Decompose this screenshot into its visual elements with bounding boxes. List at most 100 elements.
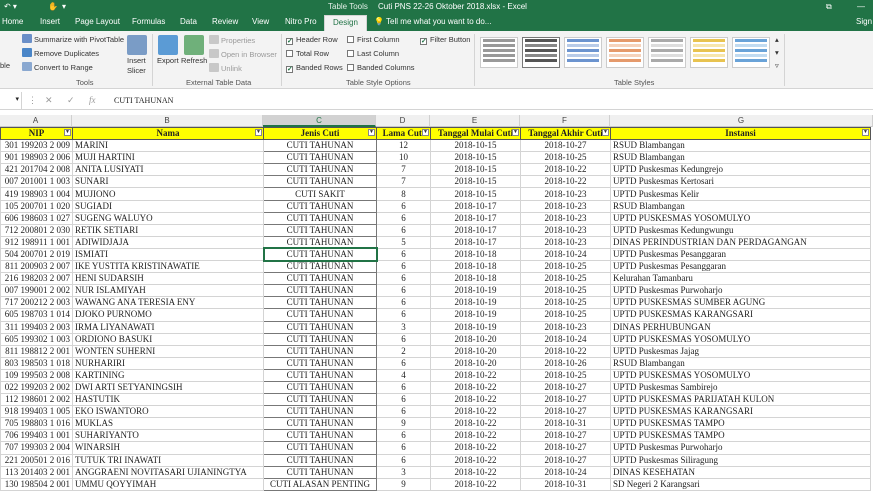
- cell-nip[interactable]: 113 201403 2 001: [0, 465, 73, 479]
- cell-nip[interactable]: 022 199203 2 002: [0, 380, 73, 395]
- cell-jenis-cuti[interactable]: CUTI TAHUNAN: [263, 139, 377, 153]
- cell-tanggal-akhir[interactable]: 2018-10-24: [520, 247, 611, 262]
- cell-tanggal-mulai[interactable]: 2018-10-22: [430, 417, 521, 431]
- cell-tanggal-akhir[interactable]: 2018-10-22: [520, 163, 611, 177]
- cell-jenis-cuti[interactable]: CUTI TAHUNAN: [263, 380, 377, 395]
- cell-jenis-cuti[interactable]: CUTI TAHUNAN: [263, 284, 377, 298]
- cell-tanggal-mulai[interactable]: 2018-10-22: [430, 477, 521, 491]
- cell-jenis-cuti[interactable]: CUTI TAHUNAN: [263, 296, 377, 310]
- cell-instansi[interactable]: UPTD Puskesmas Pesanggaran: [610, 247, 871, 262]
- tab-design[interactable]: Design: [324, 15, 367, 31]
- cell-nip[interactable]: 705 198803 1 016: [0, 417, 73, 431]
- cell-nip[interactable]: 105 200701 1 020: [0, 199, 73, 213]
- cell-jenis-cuti[interactable]: CUTI TAHUNAN: [263, 163, 377, 177]
- cell-nama[interactable]: RETIK SETIARI: [72, 223, 264, 237]
- cell-nama[interactable]: MARINI: [72, 139, 264, 153]
- cell-tanggal-akhir[interactable]: 2018-10-22: [520, 344, 611, 358]
- cell-lama-cuti[interactable]: 6: [376, 260, 431, 274]
- last-column-checkbox[interactable]: Last Column: [347, 49, 399, 58]
- cell-lama-cuti[interactable]: 6: [376, 296, 431, 310]
- cancel-icon[interactable]: ✕: [45, 95, 53, 106]
- cell-tanggal-akhir[interactable]: 2018-10-27: [520, 429, 611, 443]
- cell-jenis-cuti[interactable]: CUTI TAHUNAN: [263, 175, 377, 189]
- cell-lama-cuti[interactable]: 4: [376, 368, 431, 382]
- tell-me-box[interactable]: 💡 Tell me what you want to do...: [374, 17, 491, 26]
- table-style-swatch[interactable]: [564, 37, 602, 68]
- cell-instansi[interactable]: UPTD Puskesmas Purwoharjo: [610, 441, 871, 455]
- header-row-checkbox[interactable]: ✓ Header Row: [286, 35, 338, 45]
- cell-nama[interactable]: MUJIONO: [72, 187, 264, 201]
- cell-instansi[interactable]: UPTD PUSKESMAS TAMPO: [610, 417, 871, 431]
- filter-dropdown-icon[interactable]: ▼: [862, 129, 869, 136]
- cell-jenis-cuti[interactable]: CUTI TAHUNAN: [263, 151, 377, 165]
- cell-jenis-cuti[interactable]: CUTI TAHUNAN: [263, 332, 377, 346]
- cell-tanggal-mulai[interactable]: 2018-10-17: [430, 235, 521, 249]
- cell-tanggal-mulai[interactable]: 2018-10-22: [430, 368, 521, 382]
- cell-tanggal-akhir[interactable]: 2018-10-22: [520, 175, 611, 189]
- filter-button-checkbox[interactable]: ✓ Filter Button: [420, 35, 470, 45]
- cell-tanggal-mulai[interactable]: 2018-10-17: [430, 199, 521, 213]
- header-cell-nama[interactable]: Nama ▼: [72, 127, 264, 141]
- cell-jenis-cuti[interactable]: CUTI TAHUNAN: [263, 453, 377, 467]
- cell-lama-cuti[interactable]: 7: [376, 175, 431, 189]
- cell-tanggal-mulai[interactable]: 2018-10-22: [430, 380, 521, 395]
- cell-instansi[interactable]: UPTD PUSKESMAS TAMPO: [610, 429, 871, 443]
- cell-lama-cuti[interactable]: 6: [376, 393, 431, 407]
- cell-lama-cuti[interactable]: 5: [376, 235, 431, 249]
- cell-jenis-cuti[interactable]: CUTI TAHUNAN: [263, 320, 377, 334]
- name-box-dropdown-icon[interactable]: ▾: [15, 95, 19, 103]
- cell-nip[interactable]: 221 200501 2 016: [0, 453, 73, 467]
- filter-dropdown-icon[interactable]: ▼: [422, 129, 429, 136]
- cell-nip[interactable]: 918 199403 1 005: [0, 405, 73, 419]
- cell-nama[interactable]: ANGGRAENI NOVITASARI UJIANINGTYA: [72, 465, 264, 479]
- cell-instansi[interactable]: DINAS PERINDUSTRIAN DAN PERDAGANGAN: [610, 235, 871, 249]
- cell-tanggal-mulai[interactable]: 2018-10-19: [430, 296, 521, 310]
- cell-lama-cuti[interactable]: 8: [376, 187, 431, 201]
- formula-input[interactable]: CUTI TAHUNAN: [114, 96, 173, 105]
- gallery-more-icon[interactable]: ▿: [775, 61, 779, 70]
- cell-nama[interactable]: ANITA LUSIYATI: [72, 163, 264, 177]
- cell-tanggal-mulai[interactable]: 2018-10-19: [430, 308, 521, 322]
- column-header-e[interactable]: E: [430, 115, 520, 127]
- tab-formulas[interactable]: Formulas: [132, 17, 165, 26]
- cell-tanggal-mulai[interactable]: 2018-10-17: [430, 211, 521, 225]
- header-cell-jenis-cuti[interactable]: Jenis Cuti ▼: [263, 127, 377, 141]
- cell-lama-cuti[interactable]: 3: [376, 465, 431, 479]
- cell-lama-cuti[interactable]: 6: [376, 405, 431, 419]
- cell-tanggal-mulai[interactable]: 2018-10-17: [430, 223, 521, 237]
- cell-tanggal-mulai[interactable]: 2018-10-20: [430, 344, 521, 358]
- cell-lama-cuti[interactable]: 7: [376, 163, 431, 177]
- cell-tanggal-mulai[interactable]: 2018-10-19: [430, 320, 521, 334]
- cell-tanggal-akhir[interactable]: 2018-10-23: [520, 320, 611, 334]
- quick-access-icon[interactable]: ↶ ▾: [4, 2, 17, 11]
- cell-nip[interactable]: 912 198911 1 001: [0, 235, 73, 249]
- cell-lama-cuti[interactable]: 6: [376, 247, 431, 262]
- cell-tanggal-mulai[interactable]: 2018-10-15: [430, 151, 521, 165]
- gallery-scroll-up-icon[interactable]: ▴: [775, 35, 779, 44]
- cell-lama-cuti[interactable]: 6: [376, 441, 431, 455]
- table-style-swatch[interactable]: [480, 37, 518, 68]
- cell-tanggal-akhir[interactable]: 2018-10-27: [520, 441, 611, 455]
- cell-nama[interactable]: IRMA LIYANAWATI: [72, 320, 264, 334]
- cell-nip[interactable]: 811 200903 2 007: [0, 260, 73, 274]
- cell-nip[interactable]: 605 198703 1 014: [0, 308, 73, 322]
- cell-tanggal-akhir[interactable]: 2018-10-27: [520, 139, 611, 153]
- cell-lama-cuti[interactable]: 10: [376, 151, 431, 165]
- cell-tanggal-akhir[interactable]: 2018-10-25: [520, 260, 611, 274]
- cell-tanggal-akhir[interactable]: 2018-10-26: [520, 356, 611, 370]
- cell-nip[interactable]: 007 201001 1 003: [0, 175, 73, 189]
- cell-instansi[interactable]: UPTD Puskesmas Purwoharjo: [610, 284, 871, 298]
- cell-nama[interactable]: IKE YUSTITA KRISTINAWATIE: [72, 260, 264, 274]
- cell-instansi[interactable]: UPTD PUSKESMAS YOSOMULYO: [610, 332, 871, 346]
- cell-nip[interactable]: 712 200801 2 030: [0, 223, 73, 237]
- cell-tanggal-akhir[interactable]: 2018-10-24: [520, 332, 611, 346]
- cell-tanggal-akhir[interactable]: 2018-10-23: [520, 223, 611, 237]
- properties-button[interactable]: Properties: [209, 35, 255, 45]
- cell-tanggal-akhir[interactable]: 2018-10-23: [520, 211, 611, 225]
- summarize-pivot-button[interactable]: Summarize with PivotTable: [22, 34, 124, 44]
- filter-dropdown-icon[interactable]: ▼: [64, 129, 71, 136]
- cell-tanggal-akhir[interactable]: 2018-10-27: [520, 453, 611, 467]
- cell-nip[interactable]: 301 199203 2 009: [0, 139, 73, 153]
- cell-lama-cuti[interactable]: 6: [376, 308, 431, 322]
- cell-nama[interactable]: WONTEN SUHERNI: [72, 344, 264, 358]
